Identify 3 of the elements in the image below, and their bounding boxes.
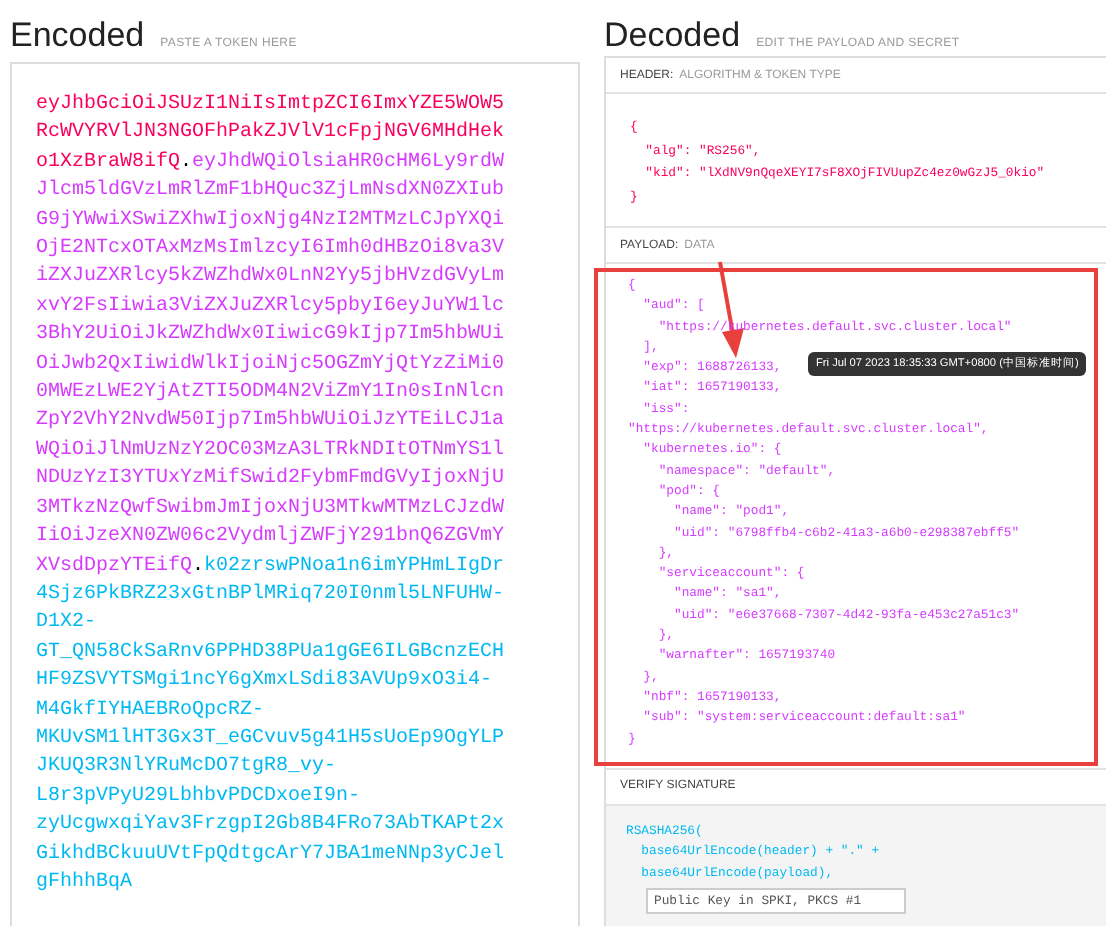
section-title: Decoded xyxy=(604,16,741,56)
encoded-token-field[interactable]: eyJhbGciOiJSUzI1NiIsImtpZCI6ImxYZE5WOW5 RcWVYRVlJN3NGOFhPakZJVlV1cFpjNGV6MHdHek o1XzBraW8ifQ.eyJhdWQiOlsiaHR0cHM6Ly9rdW Jlcm5ldGVzLmRlZmF1bHQuc3ZjLmNsdXN0ZXIub G9jYWwiXSwiZXhwIjoxNjg4NzI2MTMzLCJpYXQi OjE2NTcxOTAxMzMsImlzcyI6Imh0dHBzOi8va3V iZXJuZXRlcy5kZWZhdWx0LnN2Yy5jbHVzdGVyLm xvY2FsIiwia3ViZXJuZXRlcy5pbyI6eyJuYW1lc 3BhY2UiOiJkZWZhdWx0IiwicG9kIjp7Im5hbWUi OiJwb2QxIiwidWlkIjoiNjc5OGZmYjQtYzZiMi0 0MWEzLWE2YjAtZTI5ODM4N2ViZmY1In0sInNlcn ZpY2VhY2NvdW50Ijp7Im5hbWUiOiJzYTEiLCJ1a WQiOiJlNmUzNzY2OC03MzA3LTRkNDItOTNmYS1l NDUzYzI3YTUxYzMifSwid2FybmFmdGVyIjoxNjU 3MTkzNzQwfSwibmJmIjoxNjU3MTkwMTMzLCJzdW IiOiJzeXN0ZW06c2VydmljZWFjY291bnQ6ZGVmY XVsdDpzYTEifQ.k02zrswPNoa1n6imYPHmLIgDr 4Sjz6PkBRZ23xGtnBPlMRiq720I0nml5LNFUHW- D1X2- GT_QN58CkSaRnv6PPHD38PUa1gGE6ILGBcnzECH HF9ZSVYTSMgi1ncY6gXmxLSdi83AVUp9xO3i4- M4GkfIYHAEBRoQpcRZ- MKUvSM1lHT3Gx3T_eGCvuv5g41H5sUoEp9OgYLP JKUQ3R3NlYRuMcDO7tgR8_vy- L8r3pVPyU29LbhbvPDCDxoeI9n- zyUcgwxqiYav3FrzgpI2Gb8B4FRo73AbTKAPt2x GikhdBCkuuUVtFpQdtgcArY7JBA1meNNp3yCJel gFhhhBqA xyxy=(10,62,580,926)
section-title: Encoded xyxy=(10,16,145,56)
